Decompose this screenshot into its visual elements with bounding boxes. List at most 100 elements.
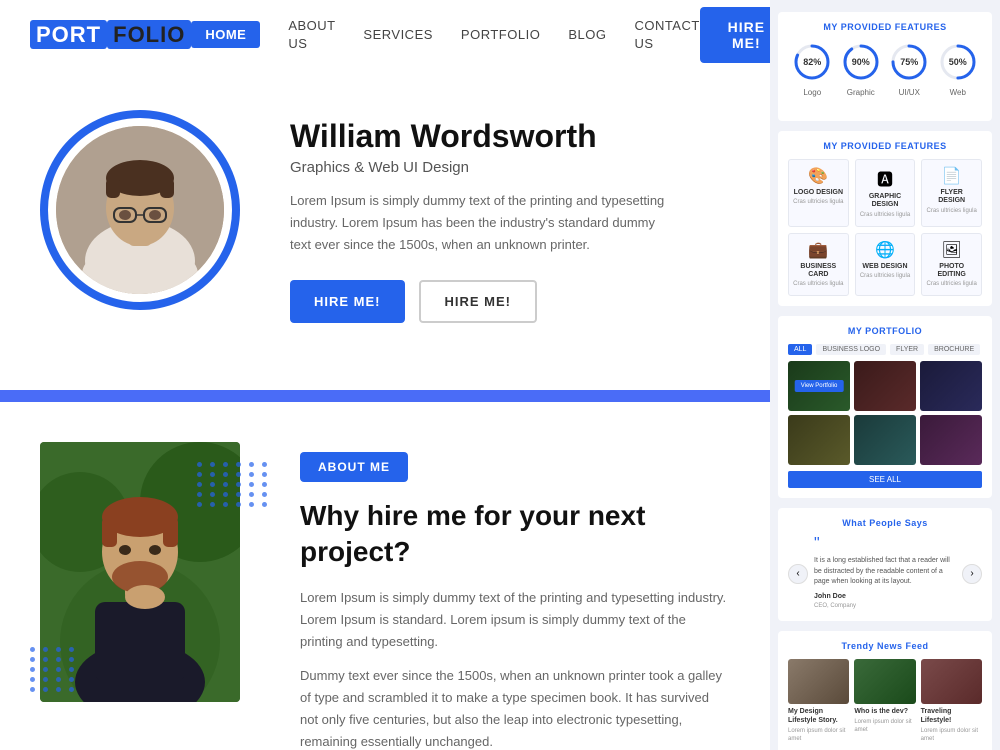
about-image-area: [40, 442, 260, 702]
skill-circle-graphic: 90% Graphic: [839, 40, 883, 97]
service-desc-2: Cras ultricies ligula: [926, 208, 977, 216]
blog-title-2: Who is the dev?: [854, 707, 915, 716]
nav-item-home[interactable]: HOME: [191, 26, 260, 44]
dots-pattern-right: [197, 462, 270, 507]
nav-link-blog[interactable]: BLOG: [568, 27, 606, 42]
service-card-4[interactable]: 🌐 WEB DESIGN Cras ultricies ligula: [855, 233, 916, 297]
main-panel: PORTFOLIO HOME ABOUT US SERVICES PORTFOL…: [0, 0, 770, 750]
view-portfolio-label: View Portfolio: [795, 380, 844, 392]
nav-link-portfolio[interactable]: PORTFOLIO: [461, 27, 540, 42]
portfolio-item-1[interactable]: View Portfolio: [788, 361, 850, 411]
testimonial-body: " It is a long established fact that a r…: [814, 536, 956, 611]
service-card-2[interactable]: 📄 FLYER DESIGN Cras ultricies ligula: [921, 159, 982, 227]
blog-item-1: My Design Lifestyle Story. Lorem ipsum d…: [788, 659, 849, 744]
service-icon-1: 🅰: [860, 166, 911, 190]
service-card-0[interactable]: 🎨 LOGO DESIGN Cras ultricies ligula: [788, 159, 849, 227]
skill-percent: 82%: [803, 57, 821, 67]
portfolio-item-5[interactable]: [854, 415, 916, 465]
about-desc-2: Dummy text ever since the 1500s, when an…: [300, 665, 730, 750]
see-all-button[interactable]: SEE ALL: [788, 471, 982, 488]
logo: PORTFOLIO: [30, 22, 191, 48]
service-card-5[interactable]: 🖼 PHOTO EDITING Cras ultricies ligula: [921, 233, 982, 297]
blog-item-2: Who is the dev? Lorem ipsum dolor sit am…: [854, 659, 915, 744]
service-card-3[interactable]: 💼 BUSINESS CARD Cras ultricies ligula: [788, 233, 849, 297]
nav-link-services[interactable]: SERVICES: [363, 27, 433, 42]
blog-section: Trendy News Feed My Design Lifestyle Sto…: [778, 631, 992, 750]
service-desc-4: Cras ultricies ligula: [860, 273, 911, 281]
service-name-2: FLYER DESIGN: [926, 189, 977, 206]
nav-item-blog[interactable]: BLOG: [568, 26, 606, 44]
service-card-1[interactable]: 🅰 GRAPHIC DESIGN Cras ultricies ligula: [855, 159, 916, 227]
testimonial-text: It is a long established fact that a rea…: [814, 556, 956, 588]
blog-desc-3: Lorem ipsum dolor sit amet: [921, 728, 982, 744]
portfolio-grid: View Portfolio: [788, 361, 982, 465]
services-section: MY PROVIDED FEATURES 🎨 LOGO DESIGN Cras …: [778, 131, 992, 306]
portfolio-section: MY PORTFOLIO ALL BUSINESS LOGO FLYER BROCHU…: [778, 316, 992, 498]
skill-circle-ui/ux: 75% UI/UX: [887, 40, 931, 97]
testimonial-role: CEO, Company: [814, 602, 956, 611]
service-icon-2: 📄: [926, 166, 977, 186]
nav-item-about[interactable]: ABOUT US: [288, 17, 335, 53]
nav-link-home[interactable]: HOME: [191, 21, 260, 48]
testimonial-next-button[interactable]: ›: [962, 564, 982, 584]
avatar-container: [40, 110, 240, 310]
avatar-outer-ring: [40, 110, 240, 310]
portfolio-item-4[interactable]: [788, 415, 850, 465]
blog-desc-2: Lorem ipsum dolor sit amet: [854, 719, 915, 735]
skills-title: MY PROVIDED FEATURES: [788, 22, 982, 32]
testimonial-author: John Doe: [814, 592, 956, 603]
testimonial-prev-button[interactable]: ‹: [788, 564, 808, 584]
portfolio-tab-3[interactable]: BROCHURE: [928, 344, 980, 355]
hire-me-outline-button[interactable]: HIRE ME!: [419, 280, 538, 323]
hire-me-primary-button[interactable]: HIRE ME!: [290, 280, 405, 323]
portfolio-item-6[interactable]: [920, 415, 982, 465]
hero-buttons: HIRE ME! HIRE ME!: [290, 280, 730, 323]
portfolio-item-3[interactable]: [920, 361, 982, 411]
hero-description: Lorem Ipsum is simply dummy text of the …: [290, 190, 670, 256]
blog-title: Trendy News Feed: [788, 641, 982, 651]
service-desc-5: Cras ultricies ligula: [926, 281, 977, 289]
navbar: PORTFOLIO HOME ABOUT US SERVICES PORTFOL…: [0, 0, 770, 70]
nav-item-portfolio[interactable]: PORTFOLIO: [461, 26, 540, 44]
blog-title-1: My Design Lifestyle Story.: [788, 707, 849, 725]
about-heading: Why hire me for your next project?: [300, 498, 730, 571]
service-icon-5: 🖼: [926, 240, 977, 260]
nav-link-about[interactable]: ABOUT US: [288, 18, 335, 51]
hero-info: William Wordsworth Graphics & Web UI Des…: [290, 97, 730, 324]
logo-highlight: PORT: [30, 20, 107, 49]
skill-circle-wrap: 90%: [839, 40, 883, 84]
nav-item-contact[interactable]: CONTACT US: [634, 17, 699, 53]
portfolio-item-2[interactable]: [854, 361, 916, 411]
quote-icon: ": [814, 536, 956, 552]
skill-label: Graphic: [847, 88, 875, 97]
skill-circle-wrap: 50%: [936, 40, 980, 84]
portfolio-tab-2[interactable]: FLYER: [890, 344, 924, 355]
logo-text: FOLIO: [107, 20, 191, 49]
blog-thumb-3: [921, 659, 982, 704]
skill-circle-wrap: 75%: [887, 40, 931, 84]
testimonials-section: What People Says ‹ " It is a long establ…: [778, 508, 992, 621]
portfolio-title: MY PORTFOLIO: [788, 326, 982, 336]
about-section: ABOUT ME Why hire me for your next proje…: [0, 402, 770, 750]
avatar: [56, 126, 224, 294]
avatar-svg: [56, 126, 224, 294]
hero-section: William Wordsworth Graphics & Web UI Des…: [0, 70, 770, 390]
portfolio-tab-0[interactable]: ALL: [788, 344, 812, 355]
service-desc-0: Cras ultricies ligula: [793, 199, 844, 207]
blog-thumb-2: [854, 659, 915, 704]
about-desc-1: Lorem Ipsum is simply dummy text of the …: [300, 587, 730, 653]
about-badge: ABOUT ME: [300, 452, 408, 482]
skill-label: Logo: [803, 88, 821, 97]
portfolio-tab-1[interactable]: BUSINESS LOGO: [816, 344, 886, 355]
service-icon-3: 💼: [793, 240, 844, 260]
hire-me-nav-button[interactable]: HIRE ME!: [700, 7, 770, 63]
services-grid: 🎨 LOGO DESIGN Cras ultricies ligula 🅰 GR…: [788, 159, 982, 296]
services-title: MY PROVIDED FEATURES: [788, 141, 982, 151]
portfolio-tabs: ALL BUSINESS LOGO FLYER BROCHURE: [788, 344, 982, 355]
skill-circle-logo: 82% Logo: [790, 40, 834, 97]
service-name-4: WEB DESIGN: [860, 263, 911, 271]
nav-link-contact[interactable]: CONTACT US: [634, 18, 699, 51]
avatar-inner-ring: [48, 118, 232, 302]
service-name-5: PHOTO EDITING: [926, 263, 977, 280]
nav-item-services[interactable]: SERVICES: [363, 26, 433, 44]
